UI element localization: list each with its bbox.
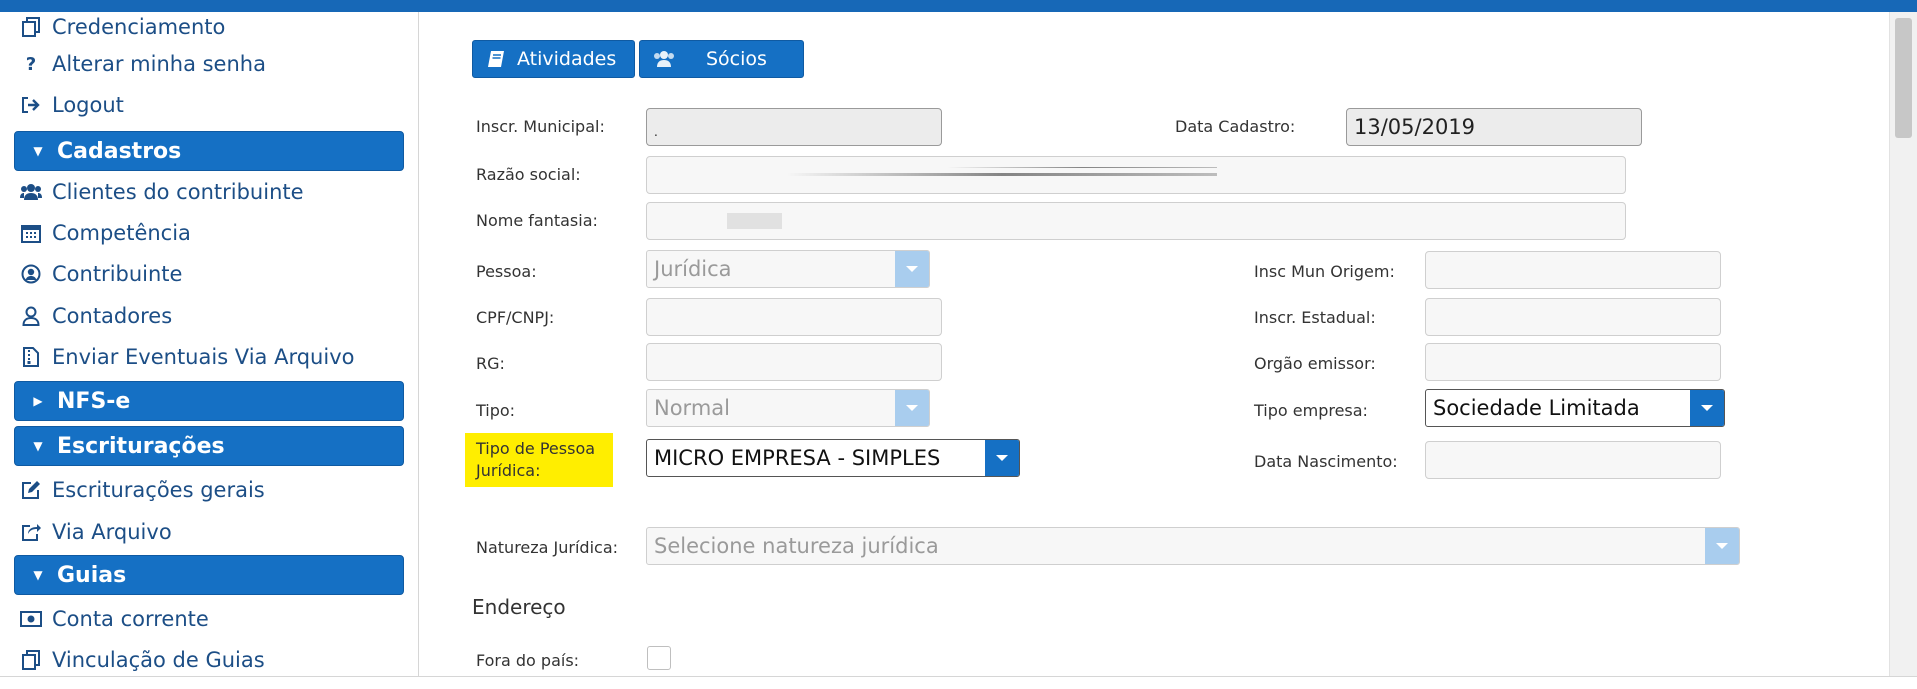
redacted-text <box>787 173 1217 176</box>
sidebar-item-label: Escriturações gerais <box>52 478 265 502</box>
sidebar-item-label: Conta corrente <box>52 607 209 631</box>
scrollbar[interactable] <box>1889 12 1917 676</box>
sidebar-item-label: Logout <box>52 93 124 117</box>
label-rg: RG: <box>476 354 505 373</box>
sidebar-item-label: Competência <box>52 221 191 245</box>
endereco-heading: Endereço <box>472 595 566 619</box>
sidebar-item-via-arquivo[interactable]: Via Arquivo <box>20 517 172 547</box>
sidebar-item-clientes[interactable]: Clientes do contribuinte <box>20 177 304 207</box>
label-fora-do-pais: Fora do país: <box>476 651 580 670</box>
sidebar-item-label: Contadores <box>52 304 173 328</box>
natureza-juridica-select[interactable]: Selecione natureza jurídica <box>646 527 1740 565</box>
chevron-down-icon <box>895 390 929 426</box>
tipo-empresa-select[interactable]: Sociedade Limitada <box>1425 389 1725 427</box>
user-icon <box>20 305 42 327</box>
label-tipo-empresa: Tipo empresa: <box>1254 401 1368 420</box>
file-archive-icon <box>20 346 42 368</box>
caret-down-icon: ▼ <box>33 568 43 582</box>
data-nascimento-field[interactable] <box>1425 441 1721 479</box>
caret-right-icon: ▶ <box>33 394 43 408</box>
label-pessoa: Pessoa: <box>476 262 537 281</box>
sidebar-item-logout[interactable]: Logout <box>20 90 124 120</box>
calendar-icon <box>20 222 42 244</box>
redacted-text <box>727 213 782 229</box>
caret-down-icon: ▼ <box>33 439 43 453</box>
sidebar-item-label: Contribuinte <box>52 262 183 286</box>
top-bar <box>0 0 1917 12</box>
logout-icon <box>20 94 42 116</box>
tab-atividades[interactable]: Atividades <box>472 40 635 78</box>
chevron-down-icon <box>985 440 1019 476</box>
razao-social-field[interactable] <box>646 156 1626 194</box>
label-inscr-municipal: Inscr. Municipal: <box>476 117 605 136</box>
user-circle-icon <box>20 263 42 285</box>
label-razao-social: Razão social: <box>476 165 581 184</box>
section-guias[interactable]: ▼ Guias <box>14 555 404 595</box>
main-content: Atividades Sócios Inscr. Municipal: . Da… <box>419 12 1889 676</box>
sidebar-item-escrituracoes-gerais[interactable]: Escriturações gerais <box>20 475 265 505</box>
label-data-cadastro: Data Cadastro: <box>1175 117 1296 136</box>
chevron-down-icon <box>895 251 929 287</box>
tipo-select[interactable]: Normal <box>646 389 930 427</box>
sidebar: Credenciamento ? Alterar minha senha Log… <box>0 12 419 676</box>
label-tipo-pessoa-juridica: Tipo de Pessoa Jurídica: <box>476 439 596 480</box>
insc-mun-origem-field[interactable] <box>1425 251 1721 289</box>
inscr-municipal-field[interactable]: . <box>646 108 942 146</box>
scrollbar-thumb[interactable] <box>1895 18 1912 138</box>
section-cadastros[interactable]: ▼ Cadastros <box>14 131 404 171</box>
sidebar-item-label: Enviar Eventuais Via Arquivo <box>52 345 355 369</box>
money-icon <box>20 608 42 630</box>
sidebar-item-credenciamento[interactable]: Credenciamento <box>20 12 225 42</box>
label-inscr-estadual: Inscr. Estadual: <box>1254 308 1376 327</box>
section-nfse[interactable]: ▶ NFS-e <box>14 381 404 421</box>
copy-icon <box>20 16 42 38</box>
copy-icon <box>20 649 42 671</box>
users-icon <box>652 50 676 68</box>
question-icon: ? <box>25 53 37 75</box>
label-tipo: Tipo: <box>476 401 516 420</box>
label-nome-fantasia: Nome fantasia: <box>476 211 598 230</box>
rg-field[interactable] <box>646 343 942 381</box>
sidebar-item-label: Clientes do contribuinte <box>52 180 304 204</box>
section-escrituracoes[interactable]: ▼ Escriturações <box>14 426 404 466</box>
orgao-emissor-field[interactable] <box>1425 343 1721 381</box>
data-cadastro-field[interactable]: 13/05/2019 <box>1346 108 1642 146</box>
inscr-estadual-field[interactable] <box>1425 298 1721 336</box>
sidebar-item-label: Alterar minha senha <box>52 52 266 76</box>
label-natureza-juridica: Natureza Jurídica: <box>476 538 619 557</box>
book-icon <box>487 50 505 68</box>
share-icon <box>20 521 42 543</box>
label-orgao-emissor: Orgão emissor: <box>1254 354 1376 373</box>
sidebar-item-vinculacao-guias[interactable]: Vinculação de Guias <box>20 645 265 675</box>
redacted-text <box>947 167 1217 168</box>
chevron-down-icon <box>1705 528 1739 564</box>
sidebar-item-label: Vinculação de Guias <box>52 648 265 672</box>
bottom-edge <box>0 676 1917 689</box>
sidebar-item-contribuinte[interactable]: Contribuinte <box>20 259 182 289</box>
sidebar-item-label: Via Arquivo <box>52 520 172 544</box>
label-insc-mun-origem: Insc Mun Origem: <box>1254 262 1395 281</box>
edit-icon <box>20 479 42 501</box>
cpf-cnpj-field[interactable] <box>646 298 942 336</box>
caret-down-icon: ▼ <box>33 144 43 158</box>
label-data-nascimento: Data Nascimento: <box>1254 452 1398 471</box>
sidebar-item-enviar-eventuais[interactable]: Enviar Eventuais Via Arquivo <box>20 342 354 372</box>
label-cpf-cnpj: CPF/CNPJ: <box>476 308 555 327</box>
users-icon <box>20 181 42 203</box>
tipo-pessoa-juridica-select[interactable]: MICRO EMPRESA - SIMPLES <box>646 439 1020 477</box>
tab-socios[interactable]: Sócios <box>639 40 804 78</box>
sidebar-item-competencia[interactable]: Competência <box>20 218 191 248</box>
sidebar-item-contadores[interactable]: Contadores <box>20 301 172 331</box>
nome-fantasia-field[interactable] <box>646 202 1626 240</box>
fora-do-pais-checkbox[interactable] <box>647 646 671 670</box>
sidebar-item-conta-corrente[interactable]: Conta corrente <box>20 604 209 634</box>
chevron-down-icon <box>1690 390 1724 426</box>
pessoa-select[interactable]: Jurídica <box>646 250 930 288</box>
sidebar-item-alterar-senha[interactable]: ? Alterar minha senha <box>20 49 266 79</box>
sidebar-item-label: Credenciamento <box>52 15 226 39</box>
